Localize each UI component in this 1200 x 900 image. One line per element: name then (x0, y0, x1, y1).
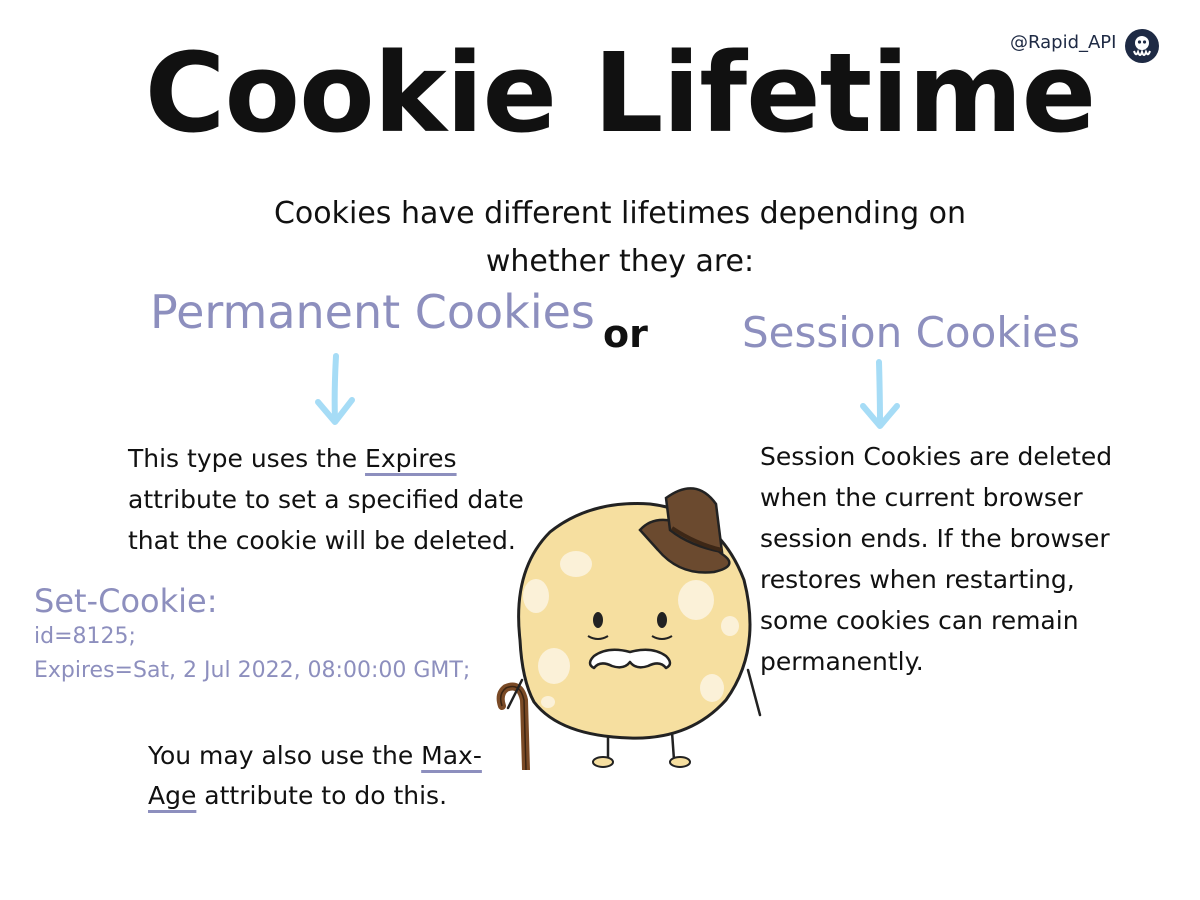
note-text: You may also use the (148, 741, 422, 770)
or-connector: or (603, 312, 648, 356)
author-handle: @Rapid_API (1010, 32, 1117, 53)
max-age-note: You may also use the Max-Age attribute t… (148, 736, 488, 816)
permanent-cookies-heading: Permanent Cookies (150, 285, 595, 339)
down-arrow-icon (860, 359, 900, 429)
cookie-mascot-icon (496, 487, 762, 770)
permanent-cookies-description: This type uses the Expires attribute to … (128, 438, 528, 561)
set-cookie-example: Set-Cookie: id=8125; Expires=Sat, 2 Jul … (34, 582, 470, 688)
note-text: attribute to do this. (196, 781, 448, 810)
session-cookies-description: Session Cookies are deleted when the cur… (760, 442, 1113, 676)
rapidapi-logo-icon (1125, 29, 1159, 63)
expires-keyword: Expires (365, 444, 457, 473)
code-line: Expires=Sat, 2 Jul 2022, 08:00:00 GMT; (34, 658, 471, 683)
down-arrow-icon (315, 353, 355, 425)
intro-text: Cookies have different lifetimes dependi… (273, 196, 967, 279)
code-title: Set-Cookie: (34, 582, 218, 620)
code-line: id=8125; (34, 624, 136, 649)
page-title: Cookie Lifetime (144, 29, 1096, 157)
description-text: This type uses the (128, 444, 366, 473)
session-cookies-heading: Session Cookies (742, 308, 1081, 357)
description-text: attribute to set a specified date that t… (128, 485, 524, 555)
